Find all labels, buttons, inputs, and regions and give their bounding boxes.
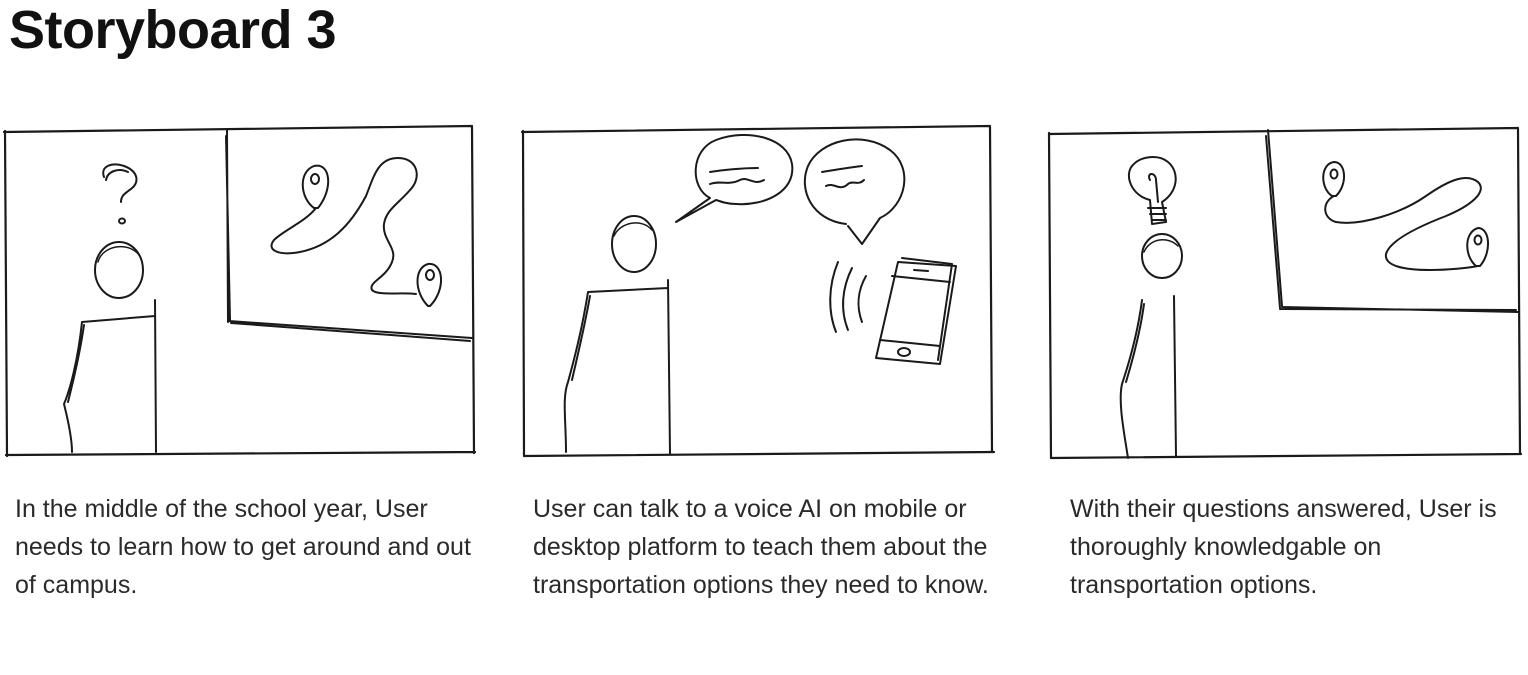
panel-2-person-body xyxy=(563,279,671,455)
sound-waves-icon xyxy=(829,261,867,333)
map-pin-icon xyxy=(301,164,330,209)
map-pin-icon-3 xyxy=(1322,161,1345,197)
panel-3-caption: With their questions answered, User is t… xyxy=(1070,495,1497,599)
panel-2-caption: User can talk to a voice AI on mobile or… xyxy=(533,495,989,599)
map-pin-icon-2 xyxy=(416,262,443,307)
panel-2 xyxy=(520,124,996,458)
panel-1-caption: In the middle of the school year, User n… xyxy=(15,495,471,599)
question-mark-icon xyxy=(102,163,138,225)
panel-1-person-body xyxy=(63,299,157,453)
panel-3-person-body xyxy=(1119,295,1177,459)
speech-bubble-icon-2 xyxy=(803,138,906,245)
panel-1-person-head xyxy=(94,241,144,299)
smartphone-icon xyxy=(875,257,957,365)
panel-1 xyxy=(2,124,477,458)
panel-3-person-head xyxy=(1141,233,1183,279)
lightbulb-icon xyxy=(1127,156,1177,225)
panel-1-frame xyxy=(2,124,477,458)
speech-bubble-icon xyxy=(675,133,794,223)
panel-3-route xyxy=(1324,177,1482,271)
panel-1-route xyxy=(270,157,418,295)
panel-3 xyxy=(1047,126,1523,460)
panel-3-frame xyxy=(1047,126,1523,460)
panel-1-wall-map-frame xyxy=(225,129,473,342)
panel-2-person-head xyxy=(611,215,657,273)
panel-3-wall-map-frame xyxy=(1265,129,1519,313)
map-pin-icon-4 xyxy=(1466,227,1489,267)
